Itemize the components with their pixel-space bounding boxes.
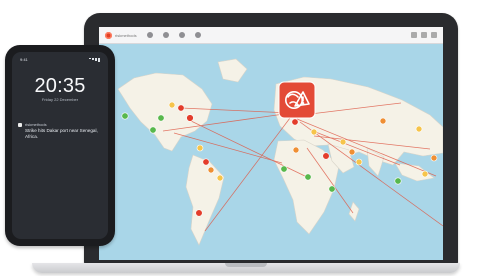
device-mockup-stage: riskmethods 9:41 20:35 Friday 22 Decembe…	[0, 0, 492, 276]
toolbar-item-4[interactable]	[195, 32, 203, 38]
risk-marker-yellow[interactable]	[355, 158, 363, 166]
risk-marker-red[interactable]	[195, 209, 203, 217]
risk-marker-orange[interactable]	[430, 154, 438, 162]
risk-marker-red[interactable]	[291, 118, 299, 126]
notification-icon[interactable]	[411, 32, 417, 38]
risk-marker-yellow[interactable]	[339, 138, 347, 146]
risk-marker-red[interactable]	[186, 114, 194, 122]
risk-marker-orange[interactable]	[348, 148, 356, 156]
risk-marker-orange[interactable]	[379, 117, 387, 125]
laptop-screen: riskmethods	[99, 27, 443, 260]
signal-icon	[89, 58, 100, 62]
alert-list-icon	[195, 32, 201, 38]
map-icon	[163, 32, 169, 38]
risk-marker-yellow[interactable]	[310, 128, 318, 136]
risk-alert-popup[interactable]	[278, 81, 316, 119]
risk-marker-yellow[interactable]	[216, 174, 224, 182]
risk-marker-yellow[interactable]	[415, 125, 423, 133]
risk-marker-orange[interactable]	[292, 146, 300, 154]
risk-marker-yellow[interactable]	[168, 101, 176, 109]
laptop-base-notch	[225, 263, 267, 267]
brand-label: riskmethods	[115, 32, 137, 38]
risk-marker-red[interactable]	[177, 104, 185, 112]
user-icon[interactable]	[421, 32, 427, 38]
phone-lock-screen: 9:41 20:35 Friday 22 December riskmethod…	[12, 52, 108, 239]
toolbar-right-actions	[411, 32, 437, 38]
risk-marker-yellow[interactable]	[196, 144, 204, 152]
risk-marker-green[interactable]	[121, 112, 129, 120]
supplier-icon	[179, 32, 185, 38]
dashboard-icon	[147, 32, 153, 38]
risk-alert-background	[278, 81, 316, 119]
settings-icon[interactable]	[431, 32, 437, 38]
brand: riskmethods	[105, 31, 139, 39]
risk-marker-green[interactable]	[394, 177, 402, 185]
risk-marker-green[interactable]	[280, 165, 288, 173]
app-toolbar: riskmethods	[99, 27, 443, 44]
risk-marker-green[interactable]	[157, 114, 165, 122]
phone-status-time: 9:41	[20, 57, 28, 62]
phone-status-bar: 9:41	[12, 57, 108, 63]
risk-marker-green[interactable]	[328, 185, 336, 193]
notification-message: Strike hits Dakar port near Senegal, Afr…	[25, 128, 98, 139]
risk-marker-green[interactable]	[304, 173, 312, 181]
push-notification[interactable]: riskmethods Strike hits Dakar port near …	[18, 122, 102, 162]
risk-map[interactable]	[99, 44, 443, 260]
risk-marker-green[interactable]	[149, 126, 157, 134]
toolbar-item-2[interactable]	[163, 32, 171, 38]
risk-marker-orange[interactable]	[207, 166, 215, 174]
toolbar-item-3[interactable]	[179, 32, 187, 38]
risk-marker-red[interactable]	[202, 158, 210, 166]
risk-marker-yellow[interactable]	[421, 170, 429, 178]
lock-screen-date: Friday 22 December	[41, 97, 79, 102]
brand-logo-icon	[105, 31, 112, 39]
toolbar-item-1[interactable]	[147, 32, 155, 38]
lock-screen-time: 20:35	[34, 75, 86, 97]
notification-header: riskmethods	[18, 122, 102, 127]
notification-app-name: riskmethods	[25, 122, 47, 127]
app-notification-icon	[18, 122, 22, 127]
risk-marker-red[interactable]	[322, 152, 330, 160]
